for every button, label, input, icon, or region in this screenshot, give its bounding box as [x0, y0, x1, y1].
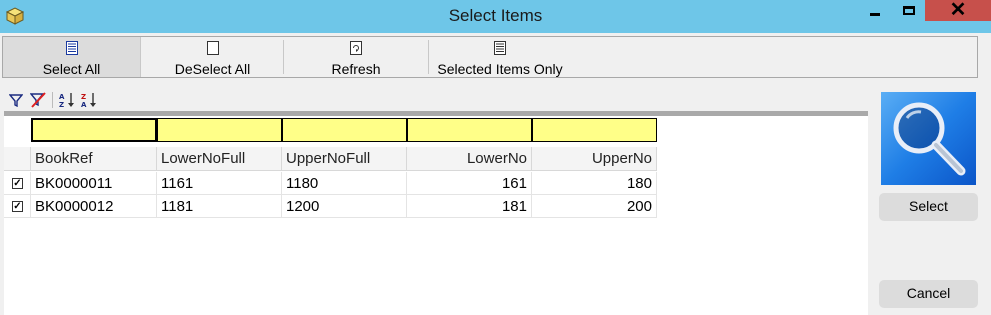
- filter-icon[interactable]: [8, 92, 24, 108]
- close-icon: ✕: [949, 0, 967, 21]
- svg-text:A: A: [81, 101, 87, 108]
- filter-cell-lowerno[interactable]: [407, 118, 532, 142]
- cell-lowerno: 181: [407, 195, 532, 218]
- items-grid: BookRef LowerNoFull UpperNoFull LowerNo …: [4, 116, 868, 315]
- sort-ascending-icon[interactable]: AZ: [59, 92, 75, 108]
- select-all-button[interactable]: Select All: [3, 37, 141, 77]
- svg-text:Z: Z: [81, 93, 86, 101]
- selected-items-only-button[interactable]: Selected Items Only: [429, 37, 571, 77]
- minimize-button[interactable]: [858, 0, 892, 21]
- cell-uppernofull: 1180: [282, 172, 407, 195]
- column-header-lowerno[interactable]: LowerNo: [407, 147, 532, 171]
- deselect-all-label: DeSelect All: [174, 61, 251, 77]
- refresh-button[interactable]: Refresh: [284, 37, 428, 77]
- row-check-cell[interactable]: ✓: [4, 195, 31, 218]
- cell-upperno: 200: [532, 195, 657, 218]
- deselect-all-button[interactable]: DeSelect All: [142, 37, 283, 77]
- window-title: Select Items: [448, 6, 543, 25]
- maximize-button[interactable]: [892, 0, 925, 21]
- refresh-page-icon: [350, 40, 362, 56]
- filter-cell-lowernofull[interactable]: [157, 118, 282, 142]
- cell-upperno: 180: [532, 172, 657, 195]
- list-icon: [65, 40, 78, 56]
- maximize-icon: [902, 6, 915, 15]
- header-row: BookRef LowerNoFull UpperNoFull LowerNo …: [4, 147, 868, 171]
- title-bar: Select Items ✕: [0, 0, 991, 33]
- cell-lowernofull: 1161: [157, 172, 282, 195]
- svg-text:A: A: [59, 93, 65, 101]
- selected-list-icon: [494, 40, 506, 56]
- select-button[interactable]: Select: [879, 193, 978, 221]
- table-row[interactable]: ✓ BK0000012 1181 1200 181 200: [4, 195, 868, 218]
- cell-lowerno: 161: [407, 172, 532, 195]
- filter-row: [4, 118, 868, 142]
- column-header-uppernofull[interactable]: UpperNoFull: [282, 147, 407, 171]
- table-row[interactable]: ✓ BK0000011 1161 1180 161 180: [4, 172, 868, 195]
- cancel-button[interactable]: Cancel: [879, 280, 978, 308]
- magnifier-icon: [881, 92, 976, 185]
- select-button-label: Select: [909, 198, 948, 214]
- filter-cell-uppernofull[interactable]: [282, 118, 407, 142]
- row-checkbox[interactable]: ✓: [12, 178, 23, 189]
- header-check-column: [4, 147, 31, 171]
- row-check-cell[interactable]: ✓: [4, 172, 31, 195]
- sort-descending-icon[interactable]: ZA: [81, 92, 97, 108]
- row-checkbox[interactable]: ✓: [12, 201, 23, 212]
- column-header-lowernofull[interactable]: LowerNoFull: [157, 147, 282, 171]
- cell-lowernofull: 1181: [157, 195, 282, 218]
- column-header-upperno[interactable]: UpperNo: [532, 147, 657, 171]
- refresh-label: Refresh: [331, 61, 381, 77]
- svg-text:Z: Z: [59, 101, 64, 108]
- select-all-label: Select All: [42, 61, 101, 77]
- clear-filter-icon[interactable]: [30, 92, 46, 108]
- filter-cell-upperno[interactable]: [532, 118, 657, 142]
- toolbar: Select All DeSelect All Refresh Selected…: [2, 36, 978, 78]
- selected-items-only-label: Selected Items Only: [437, 61, 563, 77]
- blank-page-icon: [206, 40, 219, 56]
- cell-uppernofull: 1200: [282, 195, 407, 218]
- minimize-icon: [870, 13, 880, 16]
- cancel-button-label: Cancel: [906, 285, 951, 301]
- grid-tools: AZ ZA: [8, 92, 97, 108]
- cell-bookref: BK0000012: [31, 195, 157, 218]
- filter-cell-bookref[interactable]: [31, 118, 157, 142]
- column-header-bookref[interactable]: BookRef: [31, 147, 157, 171]
- cell-bookref: BK0000011: [31, 172, 157, 195]
- tools-divider: [52, 92, 53, 108]
- close-button[interactable]: ✕: [925, 0, 991, 21]
